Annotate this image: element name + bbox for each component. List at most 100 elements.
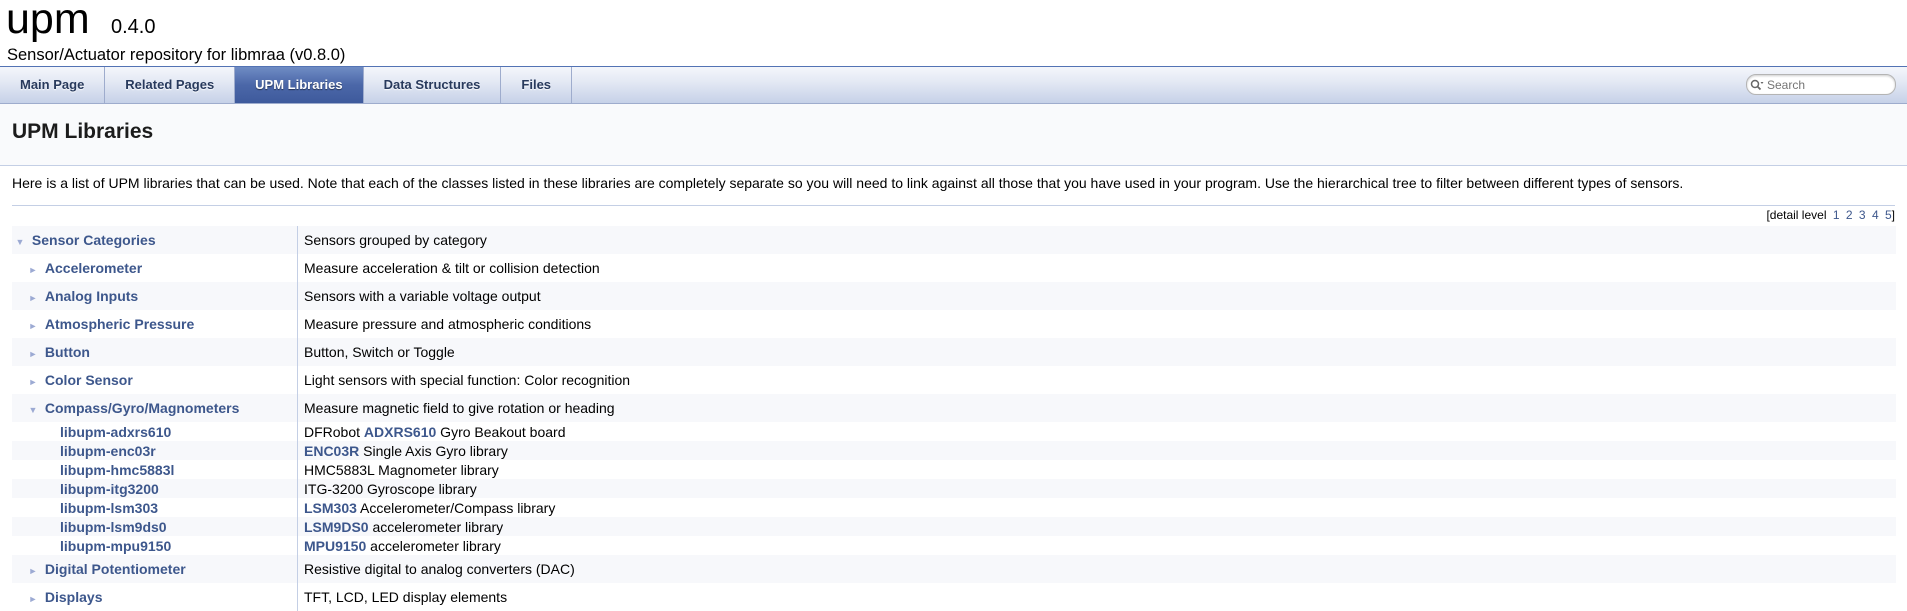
tab-data-structures[interactable]: Data Structures <box>364 67 502 103</box>
row-description: Measure acceleration & tilt or collision… <box>304 260 600 276</box>
row-entry: ► Analog Inputs <box>12 282 298 310</box>
tab-list: Main Page Related Pages UPM Libraries Da… <box>0 67 1907 103</box>
detail-level: [detail level 1 2 3 4 5] <box>1766 208 1895 222</box>
directory-row: libupm-hmc5883l HMC5883L Magnometer libr… <box>12 460 1896 479</box>
detail-level-5[interactable]: 5 <box>1885 208 1892 222</box>
divider <box>12 205 1895 206</box>
library-directory: ▼ Sensor Categories Sensors grouped by c… <box>12 226 1896 611</box>
expand-arrow-icon[interactable]: ► <box>25 566 41 576</box>
directory-row: ► Atmospheric Pressure Measure pressure … <box>12 310 1896 338</box>
tab-upm-libraries[interactable]: UPM Libraries <box>235 67 364 103</box>
row-entry: ► Atmospheric Pressure <box>12 310 298 338</box>
row-entry: libupm-lsm9ds0 <box>12 517 298 536</box>
tab-files[interactable]: Files <box>501 67 573 103</box>
class-link-lsm303[interactable]: LSM303 <box>304 500 357 516</box>
row-description: Sensors with a variable voltage output <box>304 288 541 304</box>
class-link-mpu9150[interactable]: MPU9150 <box>304 538 366 554</box>
class-link-enc03r[interactable]: ENC03R <box>304 443 359 459</box>
detail-level-close: ] <box>1891 208 1895 222</box>
detail-level-label: [detail level <box>1766 208 1827 222</box>
directory-row: ► Color Sensor Light sensors with specia… <box>12 366 1896 394</box>
row-entry: ► Color Sensor <box>12 366 298 394</box>
row-description: Measure pressure and atmospheric conditi… <box>304 316 592 332</box>
category-link-displays[interactable]: Displays <box>45 589 103 605</box>
directory-row: ▼ Compass/Gyro/Magnometers Measure magne… <box>12 394 1896 422</box>
page-title: UPM Libraries <box>12 120 154 143</box>
row-entry: libupm-enc03r <box>12 441 298 460</box>
desc-text: Accelerometer/Compass library <box>356 499 556 516</box>
row-description: Light sensors with special function: Col… <box>304 372 631 388</box>
row-description: Measure magnetic field to give rotation … <box>304 400 615 416</box>
library-link-mpu9150[interactable]: libupm-mpu9150 <box>60 538 171 554</box>
detail-level-2[interactable]: 2 <box>1846 208 1853 222</box>
collapse-arrow-icon[interactable]: ▼ <box>25 405 41 415</box>
library-link-lsm9ds0[interactable]: libupm-lsm9ds0 <box>60 519 167 535</box>
nav-tabs: Main Page Related Pages UPM Libraries Da… <box>0 67 1907 104</box>
category-link-accelerometer[interactable]: Accelerometer <box>45 260 142 276</box>
project-brief: Sensor/Actuator repository for libmraa (… <box>7 46 346 64</box>
row-entry: ► Button <box>12 338 298 366</box>
intro-text: Here is a list of UPM libraries that can… <box>12 175 1684 191</box>
library-link-itg3200[interactable]: libupm-itg3200 <box>60 481 159 497</box>
row-entry: ► Accelerometer <box>12 254 298 282</box>
row-entry: libupm-adxrs610 <box>12 422 298 441</box>
category-link-compass-gyro-magnometers[interactable]: Compass/Gyro/Magnometers <box>45 400 240 416</box>
category-link-analog-inputs[interactable]: Analog Inputs <box>45 288 138 304</box>
search-input[interactable] <box>1767 77 1885 92</box>
directory-row: libupm-mpu9150 MPU9150 accelerometer lib… <box>12 536 1896 555</box>
row-entry: ► Digital Potentiometer <box>12 555 298 583</box>
expand-arrow-icon[interactable]: ► <box>25 594 41 604</box>
directory-row: libupm-lsm303 LSM303 Accelerometer/Compa… <box>12 498 1896 517</box>
row-entry: libupm-lsm303 <box>12 498 298 517</box>
detail-level-4[interactable]: 4 <box>1872 208 1879 222</box>
expand-arrow-icon[interactable]: ▼ <box>12 237 28 247</box>
directory-row: libupm-lsm9ds0 LSM9DS0 accelerometer lib… <box>12 517 1896 536</box>
expand-arrow-icon[interactable]: ► <box>25 293 41 303</box>
row-entry: libupm-itg3200 <box>12 479 298 498</box>
category-link-button[interactable]: Button <box>45 344 90 360</box>
class-link-lsm9ds0[interactable]: LSM9DS0 <box>304 519 369 535</box>
row-description: LSM9DS0 accelerometer library <box>298 517 1897 536</box>
directory-row: ► Button Button, Switch or Toggle <box>12 338 1896 366</box>
row-description: TFT, LCD, LED display elements <box>304 589 508 605</box>
tab-main-page[interactable]: Main Page <box>0 67 106 103</box>
directory-row: ► Digital Potentiometer Resistive digita… <box>12 555 1896 583</box>
directory-row: libupm-itg3200 ITG-3200 Gyroscope librar… <box>12 479 1896 498</box>
page-header: UPM Libraries <box>0 104 1907 166</box>
expand-arrow-icon[interactable]: ► <box>25 321 41 331</box>
row-description: LSM303 Accelerometer/Compass library <box>298 498 1897 517</box>
category-link-digital-potentiometer[interactable]: Digital Potentiometer <box>45 561 186 577</box>
project-number: 0.4.0 <box>111 16 156 38</box>
library-link-hmc5883l[interactable]: libupm-hmc5883l <box>60 462 174 478</box>
row-entry: ▼ Sensor Categories <box>12 226 298 254</box>
class-link-adxrs610[interactable]: ADXRS610 <box>364 424 436 440</box>
project-name: upm <box>6 0 90 43</box>
desc-text: ITG-3200 Gyroscope library <box>304 480 477 497</box>
title-area: upm 0.4.0 Sensor/Actuator repository for… <box>0 0 1907 67</box>
desc-text: Single Axis Gyro library <box>359 442 508 459</box>
category-link-atmospheric-pressure[interactable]: Atmospheric Pressure <box>45 316 194 332</box>
row-description: MPU9150 accelerometer library <box>298 536 1897 555</box>
detail-level-1[interactable]: 1 <box>1833 208 1840 222</box>
directory-row: libupm-adxrs610 DFRobot ADXRS610 Gyro Be… <box>12 422 1896 441</box>
row-description: HMC5883L Magnometer library <box>298 460 1897 479</box>
expand-arrow-icon[interactable]: ► <box>25 377 41 387</box>
desc-text: DFRobot <box>304 423 364 440</box>
library-link-enc03r[interactable]: libupm-enc03r <box>60 443 156 459</box>
search-icon[interactable] <box>1747 77 1767 93</box>
category-link-sensor-categories[interactable]: Sensor Categories <box>32 232 156 248</box>
tab-related-pages[interactable]: Related Pages <box>105 67 236 103</box>
expand-arrow-icon[interactable]: ► <box>25 349 41 359</box>
row-description: Button, Switch or Toggle <box>304 344 455 360</box>
expand-arrow-icon[interactable]: ► <box>25 265 41 275</box>
desc-text: accelerometer library <box>366 537 501 554</box>
category-link-color-sensor[interactable]: Color Sensor <box>45 372 133 388</box>
library-link-adxrs610[interactable]: libupm-adxrs610 <box>60 424 171 440</box>
library-link-lsm303[interactable]: libupm-lsm303 <box>60 500 158 516</box>
desc-text: HMC5883L Magnometer library <box>304 461 499 478</box>
directory-row: ▼ Sensor Categories Sensors grouped by c… <box>12 226 1896 254</box>
desc-text: Gyro Beakout board <box>436 423 566 440</box>
search-box[interactable] <box>1746 74 1896 95</box>
detail-level-3[interactable]: 3 <box>1859 208 1866 222</box>
row-description: ITG-3200 Gyroscope library <box>298 479 1897 498</box>
